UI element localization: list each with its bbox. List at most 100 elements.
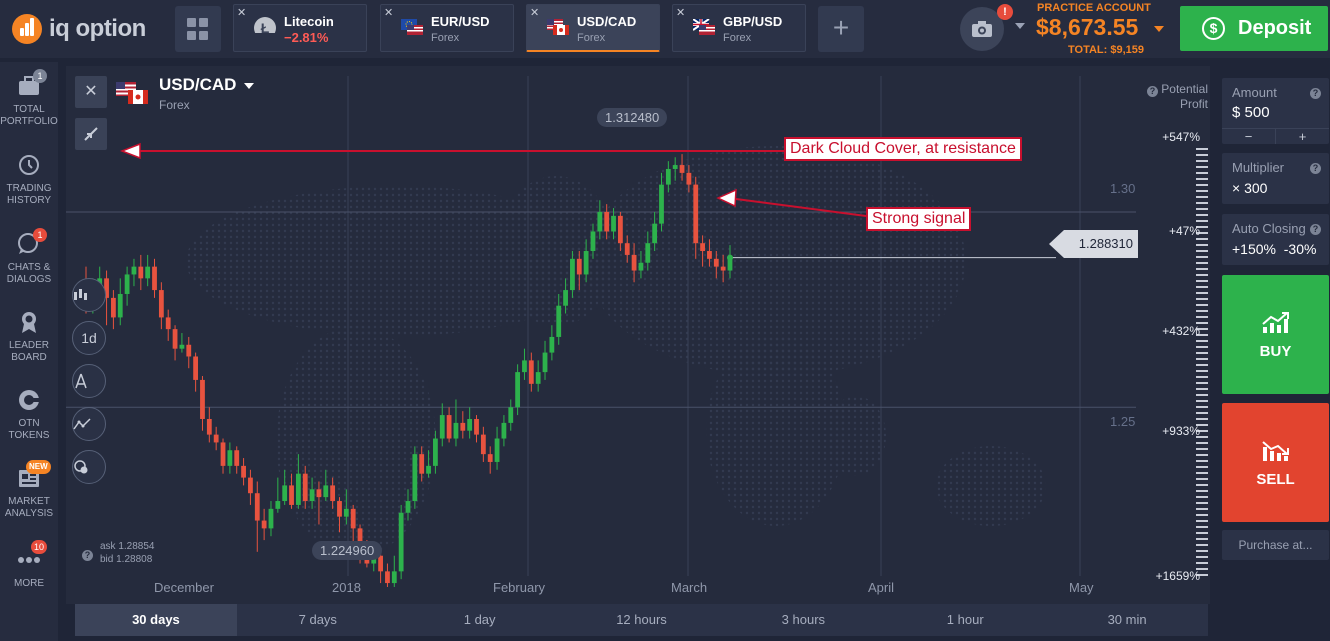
amount-field[interactable]: Amount ? $ 500 − + <box>1222 78 1329 144</box>
asset-tab-usdcad[interactable]: ✕ USD/CAD Forex <box>526 4 660 52</box>
screenshot-button[interactable]: ! <box>960 4 1013 51</box>
timeframe-12-hours[interactable]: 12 hours <box>561 604 723 636</box>
chart-type-button[interactable] <box>72 278 106 312</box>
multiplier-label: Multiplier <box>1232 160 1285 175</box>
buy-button[interactable]: BUY <box>1222 275 1329 394</box>
logo-text: iq option <box>49 15 146 42</box>
close-tab-icon[interactable]: ✕ <box>237 6 246 19</box>
candle <box>241 465 246 478</box>
timeframe-button[interactable]: 1d <box>72 321 106 355</box>
candle <box>563 290 568 306</box>
help-icon[interactable]: ? <box>82 550 93 561</box>
sidebar-item-chats[interactable]: 1 CHATS & DIALOGS <box>0 228 58 286</box>
asset-tab-eurusd[interactable]: ✕ EUR/USD Forex <box>380 4 514 52</box>
candle <box>158 290 164 318</box>
asset-tab-gbpusd[interactable]: ✕ GBP/USD Forex <box>672 4 806 52</box>
sidebar-item-market-analysis[interactable]: NEW MARKET ANALYSIS <box>0 460 58 520</box>
iq-option-logo[interactable]: iq option <box>12 12 146 46</box>
sidebar-item-trading-history[interactable]: TRADING HISTORY <box>0 153 58 207</box>
multiplier-value[interactable]: × 300 <box>1232 180 1267 196</box>
auto-closing-field[interactable]: Auto Closing ? +150% -30% <box>1222 214 1329 265</box>
signals-button[interactable] <box>72 450 106 484</box>
notification-badge: 1 <box>33 69 47 83</box>
candle <box>576 258 582 275</box>
indicators-button[interactable] <box>72 407 106 441</box>
sidebar-item-leaderboard[interactable]: LEADER BOARD <box>0 310 58 364</box>
help-icon[interactable]: ? <box>1310 163 1321 174</box>
timeframe-3-hours[interactable]: 3 hours <box>722 604 884 636</box>
world-map-texture <box>936 446 1046 526</box>
asset-tab-category: Forex <box>431 32 460 44</box>
world-map-texture <box>276 326 436 556</box>
candle <box>268 508 274 529</box>
close-tab-icon[interactable]: ✕ <box>676 6 685 19</box>
chart-canvas[interactable] <box>66 66 1210 604</box>
timeframe-7-days[interactable]: 7 days <box>237 604 399 636</box>
close-tab-icon[interactable]: ✕ <box>384 6 393 19</box>
candle <box>556 305 562 337</box>
grid-menu-button[interactable] <box>175 6 221 52</box>
pair-selector[interactable]: USD/CAD <box>159 75 236 95</box>
candle <box>391 571 397 584</box>
sell-button[interactable]: SELL <box>1222 403 1329 522</box>
help-icon[interactable]: ? <box>1310 88 1321 99</box>
candle <box>522 360 527 373</box>
trend-down-icon <box>1261 441 1289 461</box>
signals-icon <box>74 460 88 474</box>
purchase-at-button[interactable]: Purchase at... <box>1222 530 1329 560</box>
briefcase-icon: 1 <box>17 69 47 98</box>
amount-value[interactable]: $ 500 <box>1232 104 1270 121</box>
award-icon <box>17 310 41 334</box>
help-icon[interactable]: ? <box>1310 224 1321 235</box>
timeframe-1-day[interactable]: 1 day <box>399 604 561 636</box>
chevron-down-icon[interactable] <box>1015 23 1025 29</box>
candle <box>330 485 336 502</box>
buy-label: BUY <box>1259 343 1292 360</box>
deposit-button[interactable]: $ Deposit <box>1180 6 1328 51</box>
add-asset-button[interactable]: + <box>818 6 864 52</box>
decrease-amount-button[interactable]: − <box>1222 129 1276 144</box>
close-chart-button[interactable]: ✕ <box>75 76 107 108</box>
sidebar-item-more[interactable]: 10 MORE <box>0 540 58 590</box>
x-axis-tick: 2018 <box>332 580 361 595</box>
drawing-tool-button[interactable] <box>72 364 106 398</box>
candle <box>309 489 315 502</box>
account-type-label[interactable]: PRACTICE ACCOUNT <box>1037 2 1151 14</box>
multiplier-field[interactable]: Multiplier ? × 300 <box>1222 153 1329 204</box>
close-tab-icon[interactable]: ✕ <box>530 6 539 19</box>
auto-closing-value[interactable]: +150% -30% <box>1232 241 1316 257</box>
asset-tab-name: GBP/USD <box>723 14 783 29</box>
account-balance[interactable]: $8,673.55 <box>1036 14 1138 41</box>
timeframe-1-hour[interactable]: 1 hour <box>884 604 1046 636</box>
candle <box>220 442 226 466</box>
sidebar-item-total-portfolio[interactable]: 1 TOTAL PORTFOLIO <box>0 69 58 128</box>
help-icon[interactable]: ? <box>1146 86 1158 97</box>
sidebar-item-otn-tokens[interactable]: OTN TOKENS <box>0 388 58 442</box>
candle <box>515 372 521 408</box>
candle <box>474 418 479 435</box>
profit-tick: +432% <box>1162 324 1200 338</box>
low-price-label: 1.224960 <box>312 541 383 560</box>
x-axis-tick: February <box>493 580 546 595</box>
price-chart[interactable]: ✕ USD/CAD Forex 1d ? Potential Profit +5… <box>66 66 1210 604</box>
indicator-icon <box>73 418 91 430</box>
chevron-down-icon[interactable] <box>244 83 254 89</box>
timeframe-30-min[interactable]: 30 min <box>1046 604 1208 636</box>
news-icon: NEW <box>17 460 51 490</box>
candle <box>659 184 664 224</box>
timeframe-30-days[interactable]: 30 days <box>75 604 237 636</box>
account-chevron-down-icon[interactable] <box>1154 26 1164 32</box>
top-bar: iq option ✕ Ł Litecoin −2.81% ✕ EUR/USD … <box>0 0 1330 58</box>
sidebar-item-label: ANALYSIS <box>4 508 54 519</box>
sidebar-item-label: DIALOGS <box>6 274 52 285</box>
collapse-button[interactable] <box>75 118 107 150</box>
candle <box>604 211 610 232</box>
candle <box>426 465 431 474</box>
sidebar-item-label: PORTFOLIO <box>0 116 58 127</box>
profit-tick: +47% <box>1168 224 1200 238</box>
asset-tab-litecoin[interactable]: ✕ Ł Litecoin −2.81% <box>233 4 367 52</box>
profit-scale-ruler[interactable] <box>1196 148 1208 578</box>
increase-amount-button[interactable]: + <box>1276 129 1329 144</box>
candles-icon <box>74 289 87 300</box>
candle <box>186 344 192 357</box>
